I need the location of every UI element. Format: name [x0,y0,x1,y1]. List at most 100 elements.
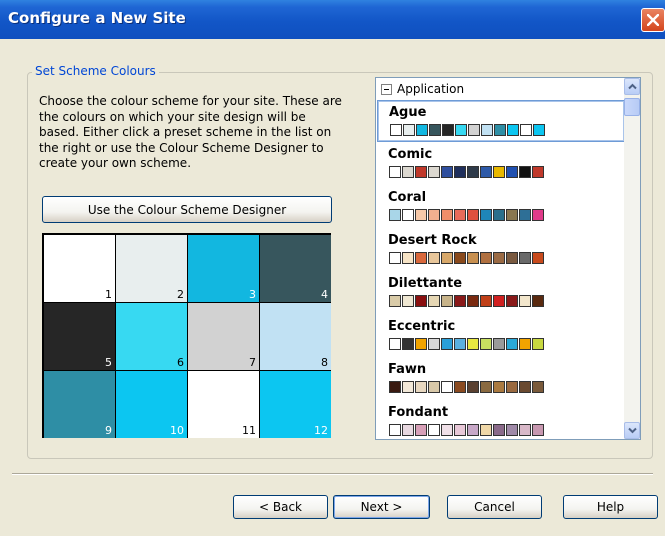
scheme-color-chips [389,338,545,350]
color-chip [441,424,453,436]
palette-swatch[interactable]: 5 [44,303,115,370]
list-scrollbar[interactable] [624,78,640,439]
scheme-item[interactable]: Desert Rock [377,229,625,271]
scheme-item[interactable]: Fondant [377,401,625,439]
scheme-item[interactable]: Fawn [377,358,625,400]
color-chip [480,252,492,264]
color-chip [519,166,531,178]
color-chip [467,295,479,307]
chevron-down-icon [628,427,637,434]
scheme-item[interactable]: Comic [377,143,625,185]
swatch-number: 9 [105,424,112,437]
palette-swatch[interactable]: 6 [116,303,187,370]
color-chip [480,424,492,436]
color-chip [506,338,518,350]
scheme-item[interactable]: Ague [377,100,625,142]
color-chip [389,295,401,307]
title-bar[interactable]: Configure a New Site [0,0,665,39]
swatch-number: 12 [314,424,328,437]
help-button[interactable]: Help [563,495,658,519]
scheme-color-chips [390,124,546,136]
scheme-item[interactable]: Dilettante [377,272,625,314]
color-chip [532,252,544,264]
color-chip [454,295,466,307]
color-chip [467,209,479,221]
scheme-name: Coral [388,190,427,205]
palette-swatch[interactable]: 1 [44,235,115,302]
color-chip [532,295,544,307]
palette-grid: 1 2 3 4 5 6 7 8 9 10 11 12 [42,233,331,438]
scheme-color-chips [389,166,545,178]
color-chip [506,209,518,221]
color-chip [402,252,414,264]
list-group-header[interactable]: Application [376,78,624,100]
palette-swatch[interactable]: 3 [188,235,259,302]
color-chip [506,381,518,393]
color-chip [428,252,440,264]
color-chip [519,209,531,221]
color-chip [532,338,544,350]
close-icon [647,14,659,26]
color-chip [506,424,518,436]
color-chip [428,338,440,350]
color-chip [532,209,544,221]
chevron-up-icon [628,83,637,90]
scheme-name: Desert Rock [388,233,477,248]
color-chip [402,424,414,436]
collapse-icon[interactable] [381,83,392,95]
color-chip [389,252,401,264]
color-chip [532,166,544,178]
color-chip [454,252,466,264]
palette-swatch[interactable]: 10 [116,371,187,438]
scheme-color-chips [389,381,545,393]
palette-swatch[interactable]: 11 [188,371,259,438]
color-chip [532,424,544,436]
color-chip [402,295,414,307]
cancel-button[interactable]: Cancel [447,495,542,519]
palette-swatch[interactable]: 4 [260,235,331,302]
scroll-up-button[interactable] [624,78,640,95]
scheme-name: Dilettante [388,276,463,291]
swatch-number: 2 [177,288,184,301]
color-chip [441,295,453,307]
color-chip [415,295,427,307]
palette-swatch[interactable]: 9 [44,371,115,438]
close-button[interactable] [641,8,665,32]
list-group-label: Application [397,82,465,96]
scheme-item[interactable]: Coral [377,186,625,228]
scheme-color-chips [389,209,545,221]
color-chip [506,166,518,178]
color-chip [519,381,531,393]
color-chip [402,166,414,178]
color-chip [480,338,492,350]
swatch-number: 10 [170,424,184,437]
scroll-down-button[interactable] [624,422,640,439]
color-chip [389,381,401,393]
color-chip [428,381,440,393]
scheme-list[interactable]: Application Ague Comic Coral Desert Rock Dil… [375,77,641,440]
color-chip [493,338,505,350]
color-chip [480,166,492,178]
colour-scheme-designer-button[interactable]: Use the Colour Scheme Designer [42,196,332,223]
palette-swatch[interactable]: 12 [260,371,331,438]
palette-swatch[interactable]: 2 [116,235,187,302]
group-legend: Set Scheme Colours [32,64,159,78]
color-chip [494,124,506,136]
color-chip [402,209,414,221]
color-chip [428,209,440,221]
color-chip [454,381,466,393]
palette-swatch[interactable]: 8 [260,303,331,370]
scheme-color-chips [389,295,545,307]
color-chip [454,424,466,436]
scheme-item[interactable]: Eccentric [377,315,625,357]
color-chip [493,424,505,436]
color-chip [467,424,479,436]
next-button[interactable]: Next > [333,495,430,519]
back-button[interactable]: < Back [233,495,328,519]
color-chip [455,124,467,136]
color-chip [428,295,440,307]
color-chip [467,338,479,350]
swatch-number: 8 [321,356,328,369]
palette-swatch[interactable]: 7 [188,303,259,370]
scroll-thumb[interactable] [624,98,640,116]
